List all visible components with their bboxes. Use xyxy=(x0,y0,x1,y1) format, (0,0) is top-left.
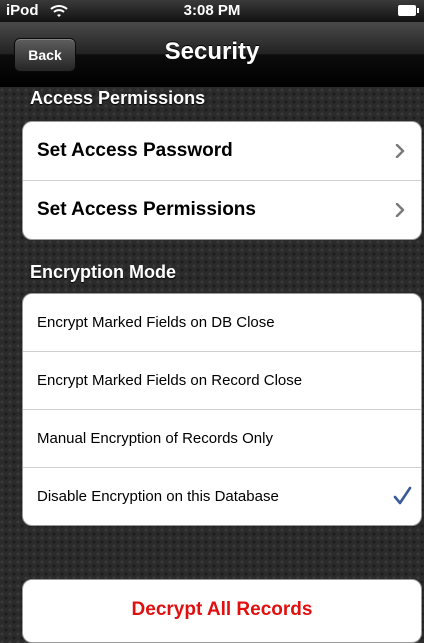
row-label: Disable Encryption on this Database xyxy=(37,488,279,505)
encryption-option-db-close[interactable]: Encrypt Marked Fields on DB Close xyxy=(23,294,421,352)
navigation-bar: Back Security xyxy=(0,22,424,87)
encryption-option-record-close[interactable]: Encrypt Marked Fields on Record Close xyxy=(23,352,421,410)
row-label: Manual Encryption of Records Only xyxy=(37,430,273,447)
chevron-right-icon xyxy=(395,144,405,158)
set-access-permissions-row[interactable]: Set Access Permissions xyxy=(23,181,421,239)
page-title: Security xyxy=(164,38,260,65)
access-permissions-group: Set Access Password Set Access Permissio… xyxy=(22,121,422,240)
section-header-encryption-mode: Encryption Mode xyxy=(30,262,177,282)
row-label: Encrypt Marked Fields on Record Close xyxy=(37,372,303,389)
back-button[interactable]: Back xyxy=(14,38,76,72)
decrypt-all-records-button[interactable]: Decrypt All Records xyxy=(22,579,422,643)
encryption-option-disable[interactable]: Disable Encryption on this Database xyxy=(23,468,421,525)
row-label: Set Access Permissions xyxy=(37,199,256,220)
row-label: Encrypt Marked Fields on DB Close xyxy=(37,314,275,331)
status-bar: iPod 3:08 PM xyxy=(0,0,424,22)
battery-icon xyxy=(398,5,419,16)
encryption-option-manual[interactable]: Manual Encryption of Records Only xyxy=(23,410,421,468)
encryption-mode-group: Encrypt Marked Fields on DB Close Encryp… xyxy=(22,293,422,526)
chevron-right-icon xyxy=(395,203,405,217)
set-access-password-row[interactable]: Set Access Password xyxy=(23,122,421,181)
status-time: 3:08 PM xyxy=(183,2,241,19)
row-label: Set Access Password xyxy=(37,140,233,161)
checkmark-icon xyxy=(393,486,412,505)
section-header-access-permissions: Access Permissions xyxy=(30,88,206,108)
